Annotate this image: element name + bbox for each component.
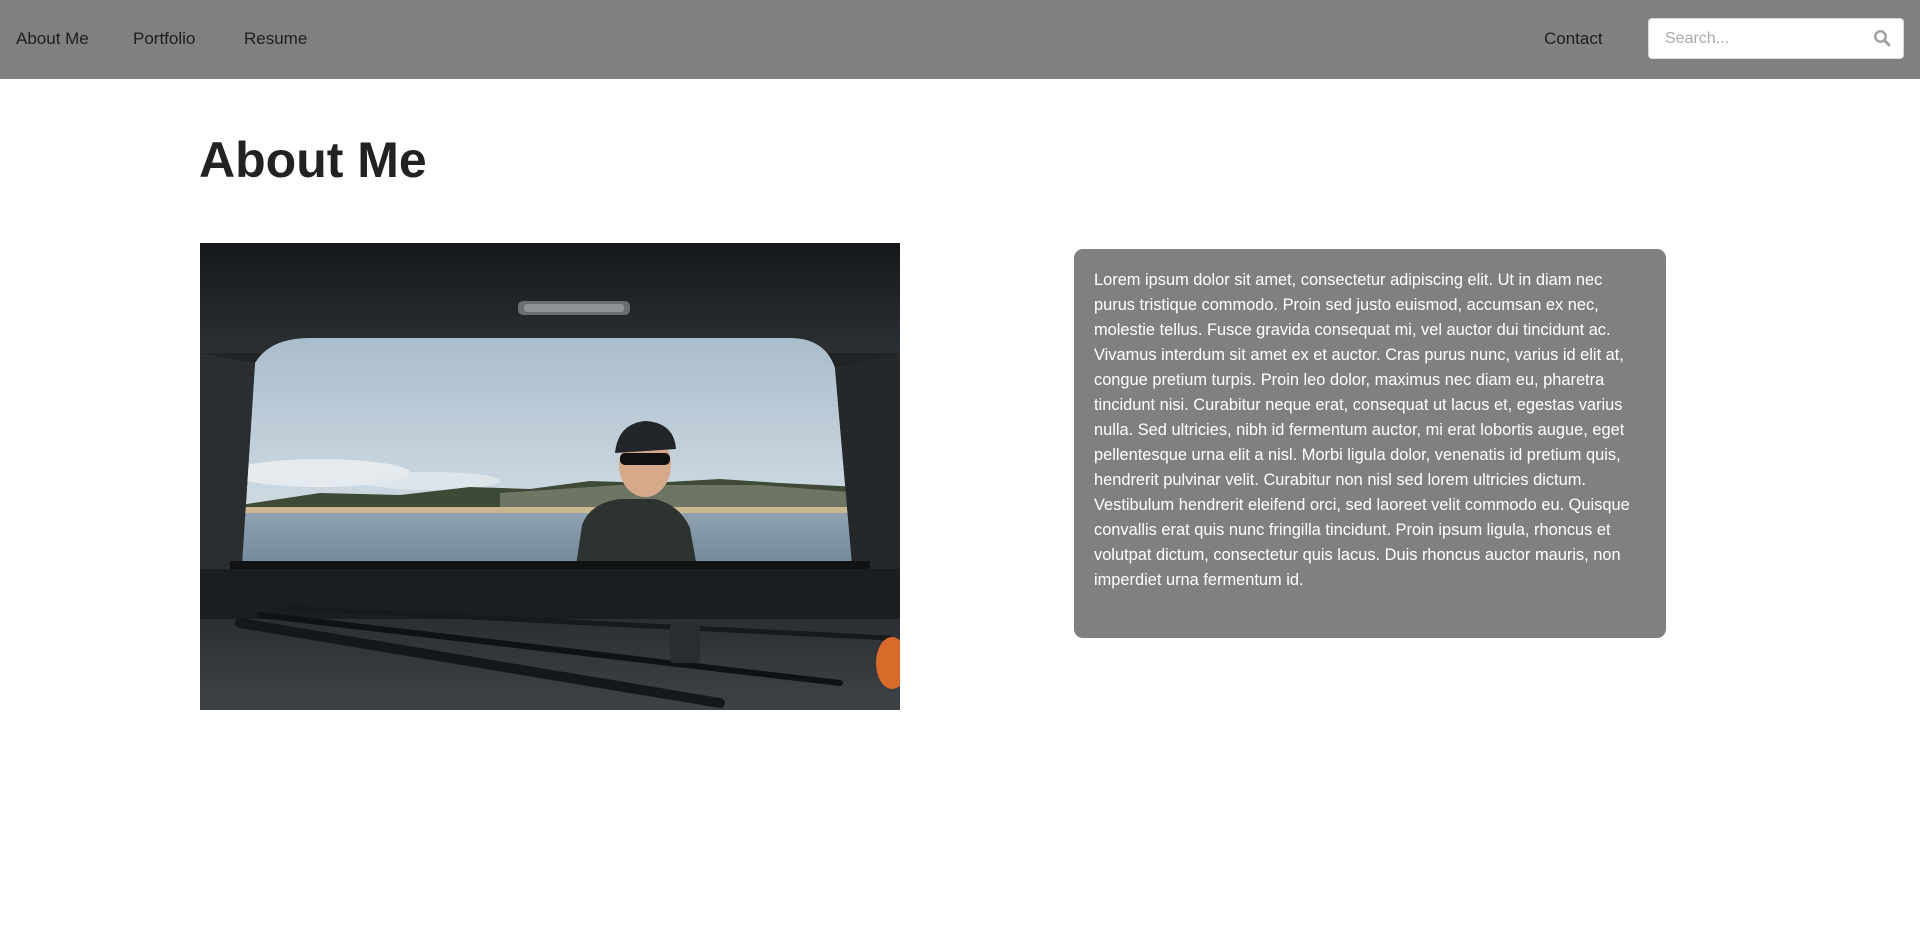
search-input[interactable] [1649,19,1859,58]
search-icon[interactable] [1873,29,1891,47]
bio-text: Lorem ipsum dolor sit amet, consectetur … [1094,271,1630,589]
nav-link-resume[interactable]: Resume [244,28,307,50]
profile-photo [200,243,900,710]
bio-card: Lorem ipsum dolor sit amet, consectetur … [1074,249,1666,638]
top-navbar: About Me Portfolio Resume Contact [0,0,1920,79]
nav-link-about-me[interactable]: About Me [16,28,89,50]
nav-link-contact[interactable]: Contact [1544,28,1603,50]
nav-link-portfolio[interactable]: Portfolio [133,28,195,50]
page-title: About Me [199,132,427,188]
search-box [1648,18,1904,59]
